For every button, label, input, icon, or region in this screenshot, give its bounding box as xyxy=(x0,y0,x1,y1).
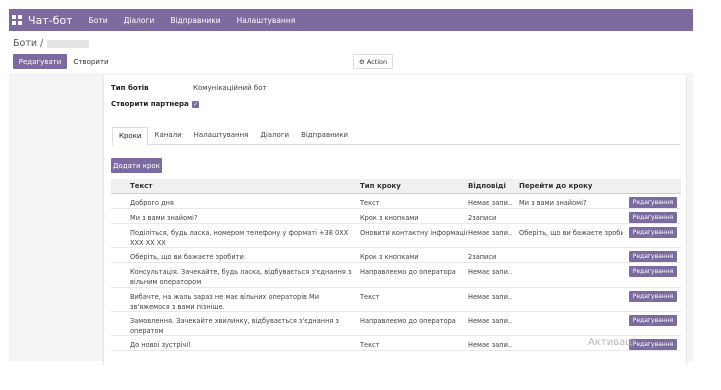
step-type: Крок з кнопками xyxy=(360,214,419,222)
edit-row-button[interactable]: Редагування xyxy=(629,212,677,223)
tab-channels[interactable]: Канали xyxy=(148,127,187,145)
table-row[interactable]: Оберіть, що ви бажаєте зробити Крок з кн… xyxy=(111,248,681,263)
app-brand[interactable]: Чат-бот xyxy=(28,14,73,27)
create-partner-label: Створити партнера xyxy=(111,100,189,108)
edit-row-button[interactable]: Редагування xyxy=(629,251,677,262)
table-row[interactable]: Вибачте, на жаль зараз не має вільних оп… xyxy=(111,288,681,312)
step-type: Текст xyxy=(360,199,380,207)
step-text: Поділіться, будь ласка, номером телефону… xyxy=(130,229,349,247)
step-answers: Немає запи... xyxy=(468,268,512,276)
bot-type-value[interactable]: Комунікаційний бот xyxy=(193,84,267,92)
step-next: Ми з вами знайомі? xyxy=(519,199,587,207)
table-header: Текст Тип кроку Відповіді Перейти до кро… xyxy=(111,179,681,194)
edit-row-button[interactable]: Редагування xyxy=(629,197,677,208)
create-partner-checkbox[interactable]: ✓ xyxy=(192,101,199,108)
step-text: Замовлення. Зачекайте хвилинку, відбуває… xyxy=(130,317,339,335)
steps-table: Текст Тип кроку Відповіді Перейти до кро… xyxy=(111,179,681,351)
step-type: Направлеємо до оператора xyxy=(360,317,456,325)
step-text: Консультація. Зачекайте, будь ласка, від… xyxy=(130,268,352,286)
table-row[interactable]: Замовлення. Зачекайте хвилинку, відбуває… xyxy=(111,312,681,336)
step-answers: Немає запи... xyxy=(468,317,512,325)
step-answers: Немає запи... xyxy=(468,229,512,237)
table-row[interactable]: Консультація. Зачекайте, будь ласка, від… xyxy=(111,263,681,288)
step-text: Вибачте, на жаль зараз не має вільних оп… xyxy=(130,293,319,311)
tab-steps[interactable]: Кроки xyxy=(112,127,149,146)
breadcrumb: Боти / xyxy=(13,38,90,49)
bot-type-label: Тип ботів xyxy=(111,84,149,92)
edit-row-button[interactable]: Редагування xyxy=(629,339,677,350)
form-tabs: Кроки Канали Налаштування Діалоги Відпра… xyxy=(112,127,680,146)
edit-row-button[interactable]: Редагування xyxy=(629,227,677,238)
step-type: Текст xyxy=(360,341,380,349)
create-button[interactable]: Створити xyxy=(71,54,111,69)
tab-dialogs[interactable]: Діалоги xyxy=(254,127,295,145)
tab-senders[interactable]: Відправники xyxy=(295,127,354,145)
step-answers: Немає запи... xyxy=(468,199,512,207)
edit-button[interactable]: Редагувати xyxy=(13,54,67,69)
control-panel: Боти / Редагувати Створити ⚙ Action xyxy=(9,31,693,73)
gear-icon: ⚙ xyxy=(358,57,365,66)
step-answers: 2записи xyxy=(468,253,497,261)
step-type: Оновити контактну інформацію xyxy=(360,229,467,237)
edit-row-button[interactable]: Редагування xyxy=(629,315,677,326)
step-type: Крок з кнопками xyxy=(360,253,419,261)
step-text: До нової зустрічі! xyxy=(130,341,191,349)
menu-item-settings[interactable]: Налаштування xyxy=(237,16,296,25)
column-header-answers[interactable]: Відповіді xyxy=(468,182,506,190)
step-type: Текст xyxy=(360,293,380,301)
step-type: Направлеємо до оператора xyxy=(360,268,456,276)
edit-row-button[interactable]: Редагування xyxy=(629,291,677,302)
breadcrumb-record-name xyxy=(47,39,90,48)
windows-activation-watermark: Активаці xyxy=(588,337,635,348)
step-answers: Немає запи... xyxy=(468,341,512,349)
step-answers: 2записи xyxy=(468,214,497,222)
top-navbar: Чат-бот Боти Діалоги Відправники Налашту… xyxy=(9,9,693,31)
table-row[interactable]: Поділіться, будь ласка, номером телефону… xyxy=(111,224,681,248)
step-text: Ми з вами знайомі? xyxy=(130,214,198,222)
column-header-text[interactable]: Текст xyxy=(130,182,152,190)
form-sheet: Тип ботів Комунікаційний бот Створити па… xyxy=(103,75,687,365)
action-label: Action xyxy=(366,57,388,66)
tab-settings[interactable]: Налаштування xyxy=(188,127,255,145)
step-next: Оберіть, що ви бажаєте зроби... xyxy=(519,229,623,237)
column-header-next[interactable]: Перейти до кроку xyxy=(519,182,592,190)
apps-menu-icon[interactable] xyxy=(12,15,22,25)
edit-row-button[interactable]: Редагування xyxy=(629,266,677,277)
action-button[interactable]: ⚙ Action xyxy=(353,54,393,69)
step-answers: Немає запи... xyxy=(468,293,512,301)
menu-item-dialogs[interactable]: Діалоги xyxy=(124,16,155,25)
menu-item-bots[interactable]: Боти xyxy=(89,16,108,25)
main-menu: Боти Діалоги Відправники Налаштування xyxy=(89,16,312,25)
column-header-type[interactable]: Тип кроку xyxy=(360,182,401,190)
step-text: Оберіть, що ви бажаєте зробити xyxy=(130,253,244,261)
breadcrumb-bots-link[interactable]: Боти / xyxy=(13,38,43,49)
table-row[interactable]: Ми з вами знайомі? Крок з кнопками 2запи… xyxy=(111,209,681,224)
table-row[interactable]: Доброго дня Текст Немає запи... Ми з вам… xyxy=(111,194,681,209)
add-step-button[interactable]: Додати крок xyxy=(111,158,162,173)
step-text: Доброго дня xyxy=(130,199,174,207)
menu-item-senders[interactable]: Відправники xyxy=(170,16,220,25)
